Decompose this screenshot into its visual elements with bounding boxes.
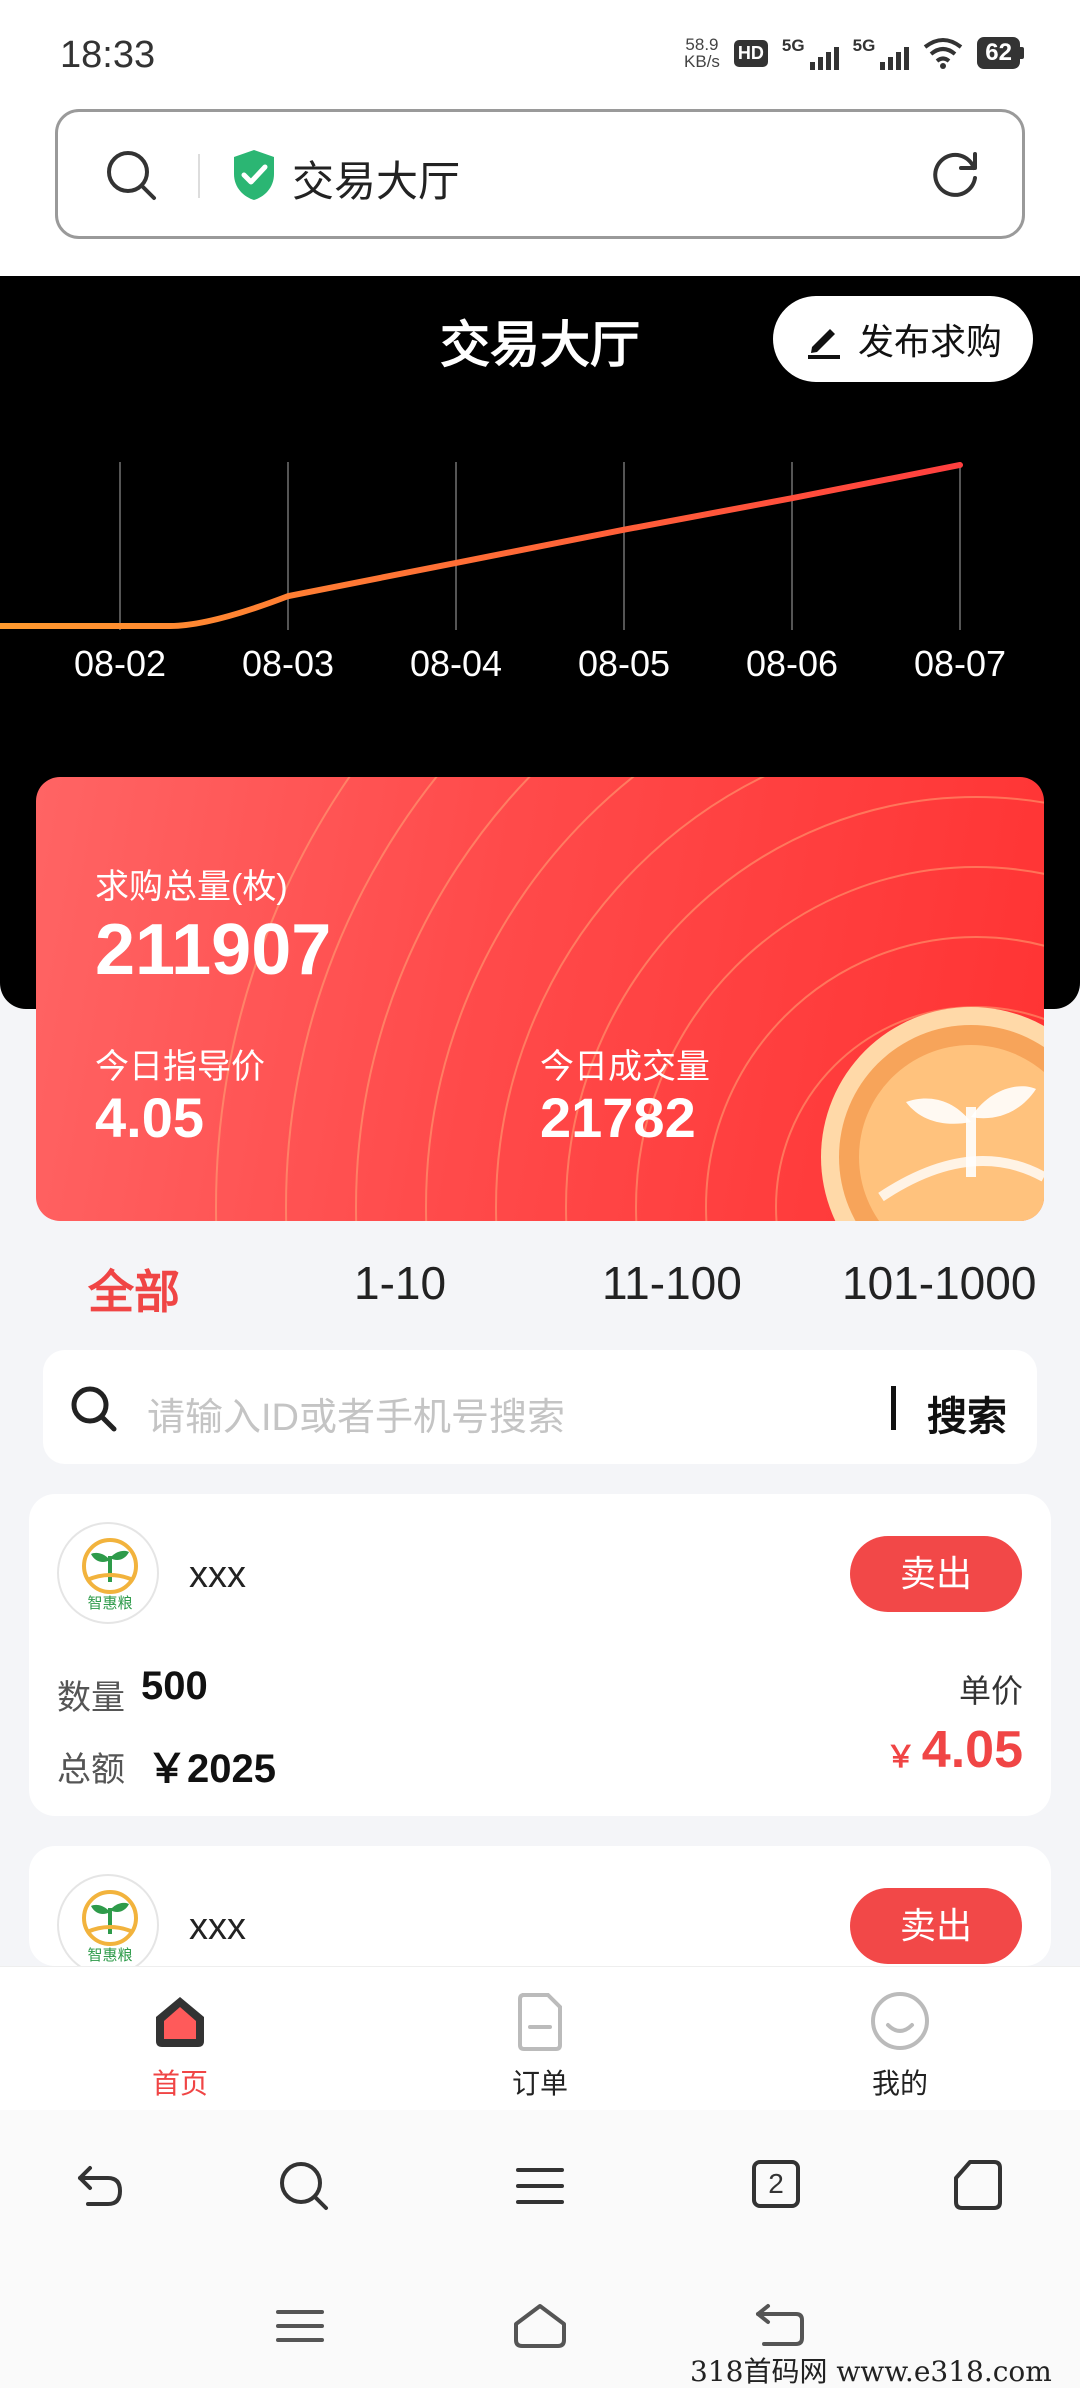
svg-text:智惠粮: 智惠粮 bbox=[87, 1946, 132, 1964]
tabbar-orders[interactable]: 订单 bbox=[470, 1989, 610, 2102]
total-label: 总额 bbox=[57, 1751, 125, 1789]
unit-price-label: 单价 bbox=[958, 1673, 1023, 1709]
x-tick-label: 08-02 bbox=[74, 643, 166, 684]
card-decoration bbox=[215, 777, 1044, 1221]
status-time: 18:33 bbox=[60, 34, 156, 76]
x-tick-label: 08-06 bbox=[746, 643, 838, 684]
sell-button[interactable]: 卖出 bbox=[850, 1888, 1022, 1964]
tabs-count-icon[interactable]: 2 bbox=[752, 2160, 800, 2208]
sell-button[interactable]: 卖出 bbox=[850, 1536, 1022, 1612]
search-icon[interactable] bbox=[104, 148, 160, 204]
profile-icon bbox=[871, 1992, 929, 2050]
quantity-label: 数量 bbox=[57, 1679, 125, 1717]
coin-icon bbox=[821, 1007, 1044, 1221]
quantity-value: 500 bbox=[141, 1664, 208, 1708]
order-icon bbox=[518, 1993, 562, 2051]
publish-request-button[interactable]: 发布求购 bbox=[773, 296, 1033, 382]
tabbar-home[interactable]: 首页 bbox=[110, 1989, 250, 2102]
tab-11-100[interactable]: 11-100 bbox=[602, 1256, 742, 1310]
home-outline-icon[interactable] bbox=[950, 2156, 1006, 2212]
tabbar-profile[interactable]: 我的 bbox=[830, 1989, 970, 2102]
guide-price-value: 4.05 bbox=[95, 1086, 204, 1149]
search-input[interactable]: 请输入ID或者手机号搜索 bbox=[147, 1386, 565, 1441]
secure-shield-icon bbox=[234, 150, 274, 200]
x-tick-label: 08-07 bbox=[914, 643, 1006, 684]
total-value: ￥2025 bbox=[147, 1747, 276, 1791]
search-box[interactable]: 请输入ID或者手机号搜索 搜索 bbox=[43, 1350, 1037, 1464]
merchant-logo: 智惠粮 bbox=[57, 1522, 159, 1624]
x-tick-label: 08-04 bbox=[410, 643, 502, 684]
x-tick-label: 08-05 bbox=[578, 643, 670, 684]
merchant-name: xxx bbox=[189, 1906, 246, 1948]
tab-101-1000[interactable]: 101-1000 bbox=[842, 1256, 1036, 1310]
address-bar[interactable]: 交易大厅 bbox=[55, 109, 1025, 239]
order-card[interactable]: 智惠粮 xxx 卖出 数量 500 总额 ￥2025 单价 ￥ 4.05 bbox=[29, 1494, 1051, 1816]
watermark-text: 318首码网 www.e318.com bbox=[690, 2355, 1052, 2388]
address-title[interactable]: 交易大厅 bbox=[292, 148, 460, 209]
back-icon[interactable] bbox=[72, 2158, 128, 2214]
menu-icon[interactable] bbox=[512, 2158, 568, 2214]
order-card[interactable]: 智惠粮 xxx 卖出 bbox=[29, 1846, 1051, 1966]
search-icon[interactable] bbox=[276, 2158, 332, 2214]
trend-line bbox=[0, 461, 963, 629]
search-button[interactable]: 搜索 bbox=[927, 1384, 1007, 1442]
edit-icon bbox=[807, 329, 840, 359]
browser-toolbar: 2 bbox=[0, 2110, 1080, 2388]
search-divider bbox=[891, 1386, 896, 1430]
trend-chart: 08-02 08-03 08-04 08-05 08-06 08-07 bbox=[0, 461, 1006, 684]
total-request-value: 211907 bbox=[95, 910, 332, 990]
battery-icon: 62 bbox=[977, 37, 1024, 69]
divider bbox=[198, 154, 200, 198]
signal-icon-sim1: 5G bbox=[782, 36, 839, 70]
svg-text:智惠粮: 智惠粮 bbox=[87, 1594, 132, 1612]
merchant-logo: 智惠粮 bbox=[57, 1874, 159, 1966]
merchant-name: xxx bbox=[189, 1554, 246, 1596]
system-back-icon[interactable] bbox=[752, 2300, 808, 2350]
total-request-label: 求购总量(枚) bbox=[95, 868, 288, 906]
hd-voice-icon: HD bbox=[733, 39, 768, 67]
recent-apps-icon[interactable] bbox=[272, 2304, 328, 2348]
bottom-tab-bar: 首页 订单 我的 bbox=[0, 1966, 1080, 2110]
home-icon bbox=[156, 1997, 204, 2047]
signal-icon-sim2: 5G bbox=[853, 36, 910, 70]
guide-price-label: 今日指导价 bbox=[95, 1048, 265, 1086]
network-speed: 58.9 KB/s bbox=[684, 35, 720, 71]
refresh-icon[interactable] bbox=[928, 146, 984, 202]
stats-card: 求购总量(枚) 211907 今日指导价 4.05 今日成交量 21782 bbox=[36, 777, 1044, 1221]
tab-all[interactable]: 全部 bbox=[88, 1256, 180, 1322]
volume-value: 21782 bbox=[540, 1086, 696, 1149]
search-icon bbox=[71, 1386, 117, 1432]
status-icons: 58.9 KB/s HD 5G 5G 62 bbox=[684, 36, 1024, 70]
volume-label: 今日成交量 bbox=[540, 1048, 710, 1086]
system-home-icon[interactable] bbox=[510, 2300, 570, 2350]
wifi-icon bbox=[924, 38, 963, 69]
status-bar: 18:33 58.9 KB/s HD 5G 5G 62 bbox=[0, 0, 1080, 100]
x-tick-label: 08-03 bbox=[242, 643, 334, 684]
tab-1-10[interactable]: 1-10 bbox=[354, 1256, 446, 1310]
unit-price: ￥ 4.05 bbox=[885, 1721, 1023, 1779]
